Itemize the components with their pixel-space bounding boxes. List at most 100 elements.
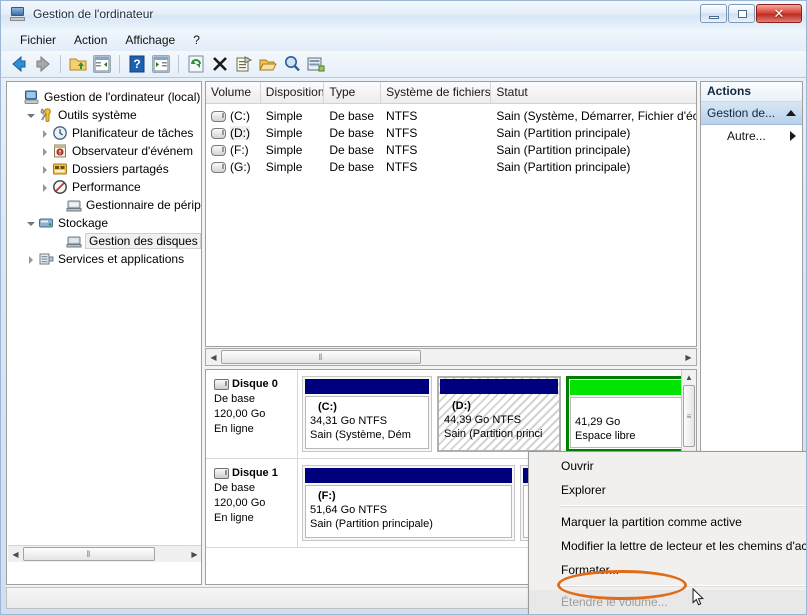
device-manager-icon <box>66 197 82 213</box>
context-menu-item-mark-partition-active[interactable]: Marquer la partition comme active <box>529 510 806 534</box>
help-icon[interactable]: ? <box>126 53 148 75</box>
scroll-right-arrow-icon[interactable]: ▶ <box>187 547 201 562</box>
menu-help[interactable]: ? <box>184 30 209 50</box>
console-tree-pane: Gestion de l'ordinateur (local) Outils s… <box>6 81 202 585</box>
toolbar-separator <box>178 55 179 73</box>
volume-icon <box>211 162 226 173</box>
partition-size: 44,39 Go NTFS <box>444 414 522 426</box>
delete-icon[interactable] <box>209 53 231 75</box>
partition-body: (C:) 34,31 Go NTFS Sain (Système, Dém <box>305 396 429 449</box>
partition-color-bar <box>305 468 512 483</box>
up-folder-icon[interactable] <box>67 53 89 75</box>
context-menu-item-explorer[interactable]: Explorer <box>529 478 806 502</box>
show-hide-tree-icon[interactable] <box>91 53 113 75</box>
performance-icon <box>52 179 68 195</box>
twisty-closed-icon[interactable] <box>39 163 52 176</box>
volume-list-pane: Volume Disposition Type Système de fichi… <box>205 81 697 347</box>
disk-name-row: Disque 0 <box>214 377 297 392</box>
twisty-closed-icon[interactable] <box>39 127 52 140</box>
tree-item-performance[interactable]: Performance <box>11 178 201 196</box>
minimize-button[interactable] <box>700 4 727 23</box>
actions-group-disk-management[interactable]: Gestion de... <box>701 102 802 125</box>
tree-item-device-manager[interactable]: Gestionnaire de périph <box>11 196 201 214</box>
menu-fichier[interactable]: Fichier <box>11 30 65 50</box>
partition-letter: (D:) <box>452 400 471 412</box>
disk-name-row: Disque 1 <box>214 466 297 481</box>
tree-scroll-thumb[interactable]: ‖ <box>23 547 155 561</box>
column-header-disposition[interactable]: Disposition <box>261 82 325 103</box>
tree-item-storage[interactable]: Stockage <box>11 214 201 232</box>
volume-list-horizontal-scrollbar[interactable]: ◀ ‖ ▶ <box>205 348 697 366</box>
partition-body: (D:) 44,39 Go NTFS Sain (Partition princ… <box>440 396 558 449</box>
show-hide-console-icon[interactable] <box>150 53 172 75</box>
storage-icon <box>38 215 54 231</box>
partition-status: Sain (Système, Dém <box>310 429 411 441</box>
caret-right-icon[interactable] <box>790 131 796 141</box>
caret-up-icon[interactable] <box>786 110 796 116</box>
table-row[interactable]: (D:) Simple De base NTFS Sain (Partition… <box>206 124 696 141</box>
search-icon[interactable] <box>281 53 303 75</box>
table-row[interactable]: (F:) Simple De base NTFS Sain (Partition… <box>206 141 696 158</box>
tree-item-computer-management[interactable]: Gestion de l'ordinateur (local) <box>11 88 201 106</box>
context-menu-item-format[interactable]: Formater... <box>529 558 806 582</box>
refresh-icon[interactable] <box>185 53 207 75</box>
tree-item-label: Observateur d'événem <box>72 144 194 158</box>
scroll-right-arrow-icon[interactable]: ▶ <box>681 350 696 365</box>
column-header-filesystem[interactable]: Système de fichiers <box>381 82 492 103</box>
graphic-view-scroll-thumb[interactable]: ≡ <box>683 385 695 447</box>
twisty-closed-icon[interactable] <box>25 253 38 266</box>
close-button[interactable]: ✕ <box>756 4 802 23</box>
tree-item-shared-folders[interactable]: Dossiers partagés <box>11 160 201 178</box>
shared-folders-icon <box>52 161 68 177</box>
menu-action[interactable]: Action <box>65 30 116 50</box>
cell-filesystem: NTFS <box>386 108 418 123</box>
disk-info[interactable]: Disque 1 De base 120,00 Go En ligne <box>206 459 298 547</box>
twisty-open-icon[interactable] <box>25 217 38 230</box>
partition-d[interactable]: (D:) 44,39 Go NTFS Sain (Partition princ… <box>437 376 561 452</box>
tree-item-system-tools[interactable]: Outils système <box>11 106 201 124</box>
tree-item-label: Gestion de l'ordinateur (local) <box>44 90 201 104</box>
partition-c[interactable]: (C:) 34,31 Go NTFS Sain (Système, Dém <box>302 376 432 452</box>
console-tree: Gestion de l'ordinateur (local) Outils s… <box>7 82 201 268</box>
volume-list-header: Volume Disposition Type Système de fichi… <box>206 82 696 104</box>
scroll-left-arrow-icon[interactable]: ◀ <box>8 547 23 562</box>
forward-arrow-icon[interactable] <box>32 53 54 75</box>
partition-free-space[interactable]: 41,29 Go Espace libre <box>566 376 686 452</box>
actions-item-autre[interactable]: Autre... <box>701 125 802 147</box>
cell-statut: Sain (Partition principale) <box>496 142 631 157</box>
volume-list-scroll-thumb[interactable]: ‖ <box>221 350 421 364</box>
tree-item-services-applications[interactable]: Services et applications <box>11 250 201 268</box>
table-row[interactable]: (C:) Simple De base NTFS Sain (Système, … <box>206 107 696 124</box>
twisty-closed-icon[interactable] <box>39 181 52 194</box>
properties-icon[interactable] <box>233 53 255 75</box>
partition-status: Espace libre <box>575 430 636 442</box>
scroll-left-arrow-icon[interactable]: ◀ <box>206 350 221 365</box>
table-row[interactable]: (G:) Simple De base NTFS Sain (Partition… <box>206 158 696 175</box>
tree-item-disk-management[interactable]: Gestion des disques <box>11 232 201 250</box>
menu-affichage[interactable]: Affichage <box>116 30 184 50</box>
context-menu-item-change-drive-letter[interactable]: Modifier la lettre de lecteur et les che… <box>529 534 806 558</box>
twisty-closed-icon[interactable] <box>39 145 52 158</box>
maximize-button[interactable] <box>728 4 755 23</box>
context-menu-item-ouvrir[interactable]: Ouvrir <box>529 454 806 478</box>
back-arrow-icon[interactable] <box>8 53 30 75</box>
tree-item-task-scheduler[interactable]: Planificateur de tâches <box>11 124 201 142</box>
twisty-open-icon[interactable] <box>25 109 38 122</box>
disk-size: 120,00 Go <box>214 497 266 509</box>
computer-management-icon <box>10 6 26 22</box>
rescan-disks-icon[interactable] <box>305 53 327 75</box>
tools-icon <box>38 107 54 123</box>
scroll-up-arrow-icon[interactable]: ▲ <box>682 370 696 385</box>
tree-horizontal-scrollbar[interactable]: ◀ ‖ ▶ <box>8 545 201 562</box>
column-header-statut[interactable]: Statut <box>491 82 696 103</box>
computer-icon <box>24 89 40 105</box>
event-viewer-icon <box>52 143 68 159</box>
column-header-volume[interactable]: Volume <box>206 82 261 103</box>
partition-size: 34,31 Go NTFS <box>310 415 388 427</box>
partition-f[interactable]: (F:) 51,64 Go NTFS Sain (Partition princ… <box>302 465 515 541</box>
disk-info[interactable]: Disque 0 De base 120,00 Go En ligne <box>206 370 298 458</box>
volume-icon <box>211 145 226 156</box>
column-header-type[interactable]: Type <box>324 82 382 103</box>
open-folder-icon[interactable] <box>257 53 279 75</box>
tree-item-event-viewer[interactable]: Observateur d'événem <box>11 142 201 160</box>
